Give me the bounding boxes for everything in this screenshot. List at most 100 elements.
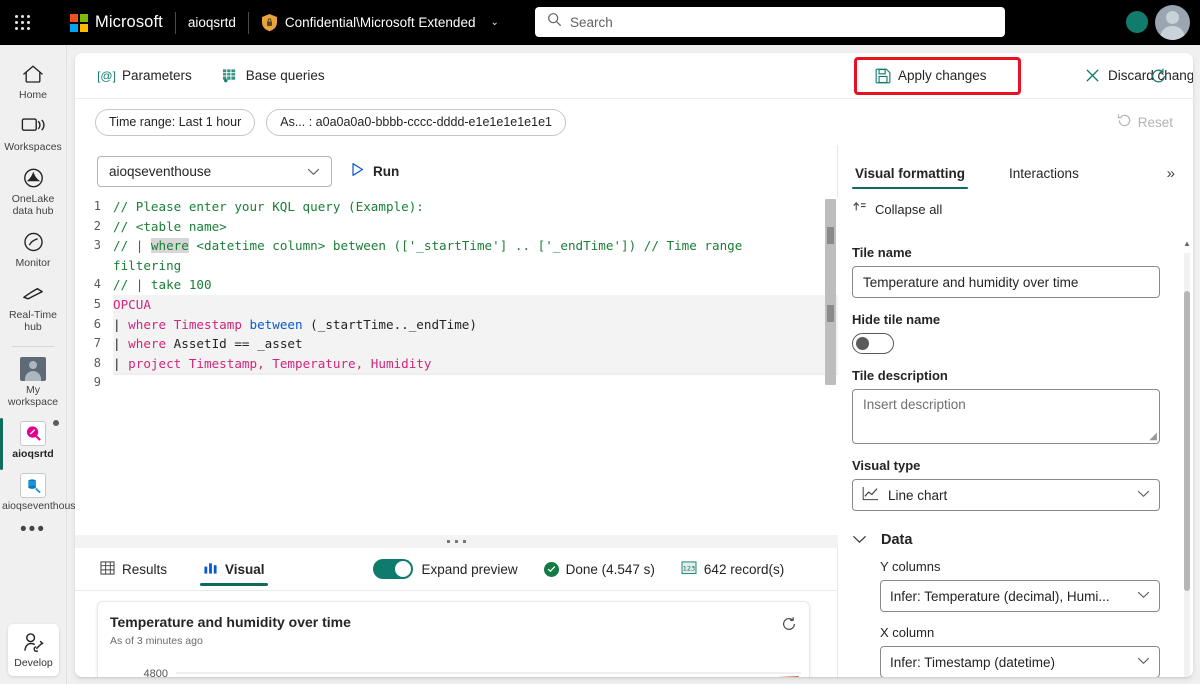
sensitivity-label-button[interactable]: Confidential\Microsoft Extended ⌄ — [261, 13, 499, 32]
run-label: Run — [373, 163, 400, 179]
resize-grip-icon[interactable]: ◢ — [1149, 431, 1157, 442]
tile-description-textarea[interactable]: Insert description ◢ — [852, 389, 1160, 444]
presence-indicator — [1126, 11, 1148, 33]
base-queries-button[interactable]: Base queries — [213, 61, 334, 90]
editor-scrollbar[interactable] — [825, 199, 836, 385]
code-text: // <table name> — [113, 218, 227, 234]
brand-label: Microsoft — [95, 13, 163, 31]
time-range-chip[interactable]: Time range: Last 1 hour — [95, 108, 256, 136]
code-text — [113, 373, 838, 376]
parameters-icon: [@] — [97, 68, 116, 83]
sidebar-item-home[interactable]: Home — [0, 55, 67, 107]
save-icon — [874, 67, 891, 84]
onelake-icon — [20, 166, 46, 190]
visual-type-select[interactable]: Line chart — [852, 479, 1160, 511]
data-section-header[interactable]: Data — [852, 531, 1179, 549]
x-column-label: X column — [880, 625, 935, 640]
line-number: 6 — [93, 316, 101, 331]
sidebar-item-workspaces[interactable]: Workspaces — [0, 107, 67, 159]
number-icon: 123 — [681, 560, 697, 578]
x-column-select[interactable]: Infer: Timestamp (datetime) — [880, 646, 1160, 677]
query-pane: aioqseventhouse Run 1 // Please enter yo… — [75, 145, 838, 677]
run-button[interactable]: Run — [350, 162, 399, 180]
scroll-up-icon[interactable]: ▲ — [1183, 239, 1191, 248]
line-number: 1 — [93, 199, 101, 213]
tile-name-label: Tile name — [852, 245, 912, 260]
hide-tile-name-toggle[interactable] — [852, 333, 894, 354]
command-bar: [@] Parameters Base queries Apply change… — [75, 53, 1193, 99]
sidebar-more-button[interactable]: ••• — [0, 518, 67, 541]
expand-panel-icon[interactable]: » — [1167, 165, 1175, 182]
tile-refresh-button[interactable] — [781, 616, 797, 637]
sidebar-item-onelake-data-hub[interactable]: OneLake data hub — [0, 159, 67, 223]
avatar-body — [1160, 26, 1185, 40]
sidebar-item-label: Real-Time hub — [8, 309, 58, 333]
query-status: Done (4.547 s) — [543, 561, 655, 577]
kql-editor[interactable]: 1 // Please enter your KQL query (Exampl… — [75, 197, 838, 535]
asset-chip[interactable]: As... : a0a0a0a0-bbbb-cccc-dddd-e1e1e1e1… — [266, 108, 566, 136]
line-chart: 4800 1600 16:25 16:30 16:35 16:40 16:45 … — [98, 650, 809, 677]
query-toolbar: aioqseventhouse Run — [75, 145, 837, 197]
sidebar-item-aioqseventhouse[interactable]: aioqseventhouse — [0, 466, 82, 518]
tile-title: Temperature and humidity over time — [110, 614, 351, 630]
x-column-value: Infer: Timestamp (datetime) — [890, 654, 1056, 670]
sidebar-item-aioqsrtd[interactable]: aioqsrtd — [0, 414, 67, 470]
code-text: OPCUA — [113, 294, 838, 315]
microsoft-logo-icon — [70, 13, 88, 32]
sidebar-item-develop[interactable]: Develop — [8, 624, 59, 676]
tab-visual-formatting[interactable]: Visual formatting — [852, 166, 969, 191]
tile-description-label: Tile description — [852, 368, 948, 383]
app-launcher-button[interactable] — [0, 0, 44, 45]
tenant-name[interactable]: aioqsrtd — [188, 15, 236, 30]
sidebar-item-label: Workspaces — [4, 141, 62, 153]
collapse-all-button[interactable]: Collapse all — [838, 191, 1193, 224]
sidebar-item-label: Home — [18, 89, 47, 101]
sidebar-item-label: aioqsrtd — [12, 448, 54, 460]
waffle-icon — [14, 15, 30, 30]
sidebar-item-label: aioqseventhouse — [2, 500, 82, 512]
line-number: 9 — [93, 375, 101, 390]
query-status-label: Done (4.547 s) — [565, 561, 655, 577]
chevron-down-icon — [1137, 489, 1150, 501]
reset-button[interactable]: Reset — [1117, 113, 1173, 131]
y-tick-top: 4800 — [144, 668, 168, 677]
search-placeholder: Search — [570, 14, 613, 30]
kql-queryset-icon — [20, 420, 46, 446]
scrollbar-thumb[interactable] — [1184, 291, 1190, 591]
code-line: 8 | project Timestamp, Temperature, Humi… — [75, 353, 838, 374]
code-line: 3 // | where <datetime column> between (… — [75, 236, 838, 275]
tab-visual[interactable]: Visual — [200, 548, 268, 591]
my-workspace-icon — [20, 357, 46, 381]
chart-icon — [203, 561, 218, 578]
microsoft-brand[interactable]: Microsoft — [44, 13, 163, 32]
panel-scrollbar[interactable]: ▲ ▼ — [1183, 239, 1191, 677]
real-time-hub-icon — [20, 282, 46, 306]
pane-resize-handle[interactable] — [75, 535, 838, 548]
refresh-button[interactable] — [1141, 61, 1176, 90]
y-columns-value: Infer: Temperature (decimal), Humi... — [890, 588, 1110, 604]
code-text: | where Timestamp between (_startTime.._… — [113, 314, 838, 335]
database-select-value: aioqseventhouse — [109, 163, 212, 179]
tab-results[interactable]: Results — [97, 548, 170, 591]
sidebar-item-monitor[interactable]: Monitor — [0, 223, 67, 275]
chevron-down-icon — [1131, 656, 1150, 668]
apply-changes-button[interactable]: Apply changes — [865, 61, 996, 90]
sidebar-item-real-time-hub[interactable]: Real-Time hub — [0, 275, 67, 339]
avatar[interactable] — [1155, 5, 1190, 40]
sidebar-item-my-workspace[interactable]: My workspace — [0, 350, 67, 414]
expand-preview-toggle[interactable] — [372, 559, 413, 579]
expand-preview-control[interactable]: Expand preview — [372, 559, 518, 579]
collapse-all-icon — [852, 201, 867, 218]
play-icon — [350, 162, 365, 180]
y-columns-select[interactable]: Infer: Temperature (decimal), Humi... — [880, 580, 1160, 612]
avatar-head — [1166, 11, 1179, 24]
tile-name-input[interactable]: Temperature and humidity over time — [852, 266, 1160, 298]
database-select[interactable]: aioqseventhouse — [97, 155, 332, 187]
panel-tabs: Visual formatting Interactions » — [838, 145, 1193, 191]
success-icon — [543, 561, 559, 577]
search-input[interactable]: Search — [535, 7, 1005, 37]
chevron-down-icon — [852, 531, 867, 549]
main-content-card: [@] Parameters Base queries Apply change… — [75, 53, 1193, 677]
parameters-button[interactable]: [@] Parameters — [89, 61, 201, 90]
tab-interactions[interactable]: Interactions — [1006, 166, 1082, 191]
